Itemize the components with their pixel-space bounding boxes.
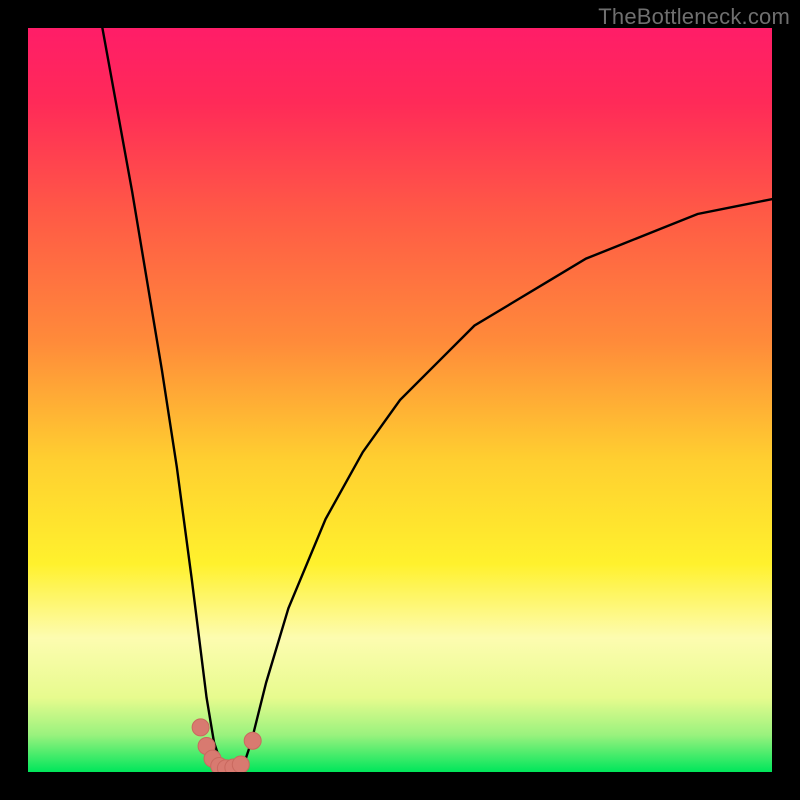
watermark-text: TheBottleneck.com xyxy=(598,4,790,30)
chart-svg xyxy=(28,28,772,772)
optimal-marker xyxy=(192,719,209,736)
optimal-marker xyxy=(244,732,261,749)
chart-frame xyxy=(28,28,772,772)
optimal-marker xyxy=(232,756,249,772)
